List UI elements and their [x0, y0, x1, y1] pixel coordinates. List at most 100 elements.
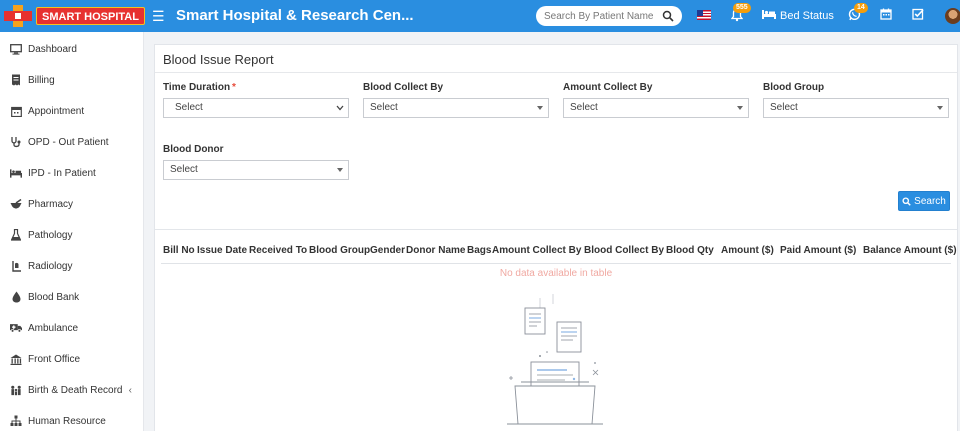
amount-collect-by-select[interactable]: Select: [563, 98, 749, 118]
search-icon[interactable]: [662, 10, 674, 22]
blood-donor-value: Select: [170, 164, 198, 175]
column-header-blood-qty[interactable]: Blood Qty: [666, 245, 714, 256]
sidebar-item-blood-bank[interactable]: Blood Bank: [0, 282, 144, 312]
amount-collect-by-label: Amount Collect By: [563, 82, 653, 93]
sidebar-item-label: Dashboard: [28, 43, 77, 55]
calendar-icon: [10, 105, 22, 117]
sidebar-item-opd[interactable]: OPD - Out Patient: [0, 127, 144, 157]
blood-collect-by-value: Select: [370, 102, 398, 113]
chevron-down-icon: [336, 105, 344, 111]
blood-group-value: Select: [770, 102, 798, 113]
sidebar-item-ipd[interactable]: IPD - In Patient: [0, 158, 144, 188]
bed-status-button[interactable]: Bed Status: [762, 9, 834, 22]
family-icon: [10, 384, 22, 396]
column-header-donor-name[interactable]: Donor Name: [406, 245, 465, 256]
column-header-amount[interactable]: Amount ($): [721, 245, 774, 256]
time-duration-select[interactable]: Select: [163, 98, 349, 118]
ambulance-icon: [10, 322, 22, 334]
blood-collect-by-label: Blood Collect By: [363, 82, 444, 93]
sidebar-item-label: Front Office: [28, 353, 81, 365]
column-header-paid-amount[interactable]: Paid Amount ($): [780, 245, 856, 256]
whatsapp-count-badge: 14: [854, 3, 868, 13]
bed-icon: [10, 167, 22, 179]
column-header-amount-collect-by[interactable]: Amount Collect By: [492, 245, 581, 256]
table-header: Bill No Issue Date Received To Blood Gro…: [155, 245, 957, 261]
column-header-issue-date[interactable]: Issue Date: [197, 245, 247, 256]
blood-drop-icon: [10, 291, 22, 303]
us-flag-icon[interactable]: [697, 10, 711, 20]
empty-table-message: No data available in table: [499, 268, 613, 279]
top-navbar: SMART HOSPITAL ☰ Smart Hospital & Resear…: [0, 0, 960, 32]
sidebar-item-front-office[interactable]: Front Office: [0, 344, 144, 374]
user-avatar[interactable]: [945, 8, 960, 24]
amount-collect-by-value: Select: [570, 102, 598, 113]
monitor-icon: [10, 43, 22, 55]
notification-count-badge: 555: [733, 3, 751, 13]
sidebar-item-radiology[interactable]: Radiology: [0, 251, 144, 281]
column-header-balance-amount[interactable]: Balance Amount ($): [863, 245, 957, 256]
blood-donor-label: Blood Donor: [163, 144, 224, 155]
caret-down-icon: [337, 168, 343, 172]
blood-group-label: Blood Group: [763, 82, 825, 93]
hamburger-menu-icon[interactable]: ☰: [152, 8, 165, 24]
sidebar-item-appointment[interactable]: Appointment: [0, 96, 144, 126]
search-icon: [902, 196, 911, 206]
xray-icon: [10, 260, 22, 272]
sidebar-item-human-resource[interactable]: Human Resource: [0, 406, 144, 431]
sidebar-item-label: Ambulance: [28, 322, 79, 334]
patient-search-box: [536, 6, 682, 26]
patient-search-input[interactable]: [544, 10, 662, 22]
caret-down-icon: [937, 106, 943, 110]
sidebar-item-ambulance[interactable]: Ambulance: [0, 313, 144, 343]
app-logo[interactable]: SMART HOSPITAL: [4, 5, 145, 27]
sidebar-item-label: Pharmacy: [28, 198, 74, 210]
column-header-bill-no[interactable]: Bill No: [163, 245, 195, 256]
building-icon: [10, 353, 22, 365]
sidebar-item-label: Billing: [28, 74, 55, 86]
sidebar-item-label: Birth & Death Record: [28, 384, 123, 396]
page-title: Blood Issue Report: [163, 52, 274, 67]
search-button[interactable]: Search: [898, 191, 950, 211]
sidebar-item-pathology[interactable]: Pathology: [0, 220, 144, 250]
sidebar-item-label: OPD - Out Patient: [28, 136, 109, 148]
calendar-icon[interactable]: [880, 8, 892, 24]
column-header-gender[interactable]: Gender: [370, 245, 405, 256]
receipt-icon: [10, 74, 22, 86]
sidebar-item-label: Human Resource: [28, 415, 106, 427]
sidebar-item-label: Blood Bank: [28, 291, 80, 303]
logo-text: SMART HOSPITAL: [36, 7, 145, 25]
blood-issue-report-panel: Blood Issue Report Time Duration * Select…: [154, 44, 958, 431]
time-duration-label: Time Duration *: [163, 82, 236, 93]
sidebar: Dashboard Billing Appointment OPD - Out …: [0, 32, 144, 431]
task-check-icon[interactable]: [912, 8, 924, 24]
sidebar-item-label: IPD - In Patient: [28, 167, 96, 179]
sidebar-item-birth-death-record[interactable]: Birth & Death Record ‹: [0, 375, 144, 405]
empty-folder-illustration-icon: [507, 294, 603, 425]
sidebar-item-pharmacy[interactable]: Pharmacy: [0, 189, 144, 219]
caret-down-icon: [537, 106, 543, 110]
chevron-left-icon[interactable]: ‹: [129, 385, 132, 396]
bed-icon: [762, 9, 776, 22]
panel-header: Blood Issue Report: [155, 45, 957, 73]
required-mark: *: [232, 82, 236, 93]
caret-down-icon: [737, 106, 743, 110]
mortar-pestle-icon: [10, 198, 22, 210]
column-header-blood-group[interactable]: Blood Group: [309, 245, 370, 256]
column-header-received-to[interactable]: Received To: [249, 245, 307, 256]
sidebar-item-label: Radiology: [28, 260, 73, 272]
blood-group-select[interactable]: Select: [763, 98, 949, 118]
flask-icon: [10, 229, 22, 241]
stethoscope-icon: [10, 136, 22, 148]
table-header-border: [161, 263, 951, 264]
sidebar-item-label: Pathology: [28, 229, 73, 241]
column-header-bags[interactable]: Bags: [467, 245, 491, 256]
column-header-blood-collect-by[interactable]: Blood Collect By: [584, 245, 664, 256]
sidebar-item-dashboard[interactable]: Dashboard: [0, 34, 144, 64]
bed-status-label: Bed Status: [780, 9, 834, 22]
time-duration-value: Select: [175, 102, 203, 113]
hospital-cross-icon: [4, 5, 34, 27]
blood-donor-select[interactable]: Select: [163, 160, 349, 180]
blood-collect-by-select[interactable]: Select: [363, 98, 549, 118]
app-title: Smart Hospital & Research Cen...: [176, 7, 414, 24]
sidebar-item-billing[interactable]: Billing: [0, 65, 144, 95]
